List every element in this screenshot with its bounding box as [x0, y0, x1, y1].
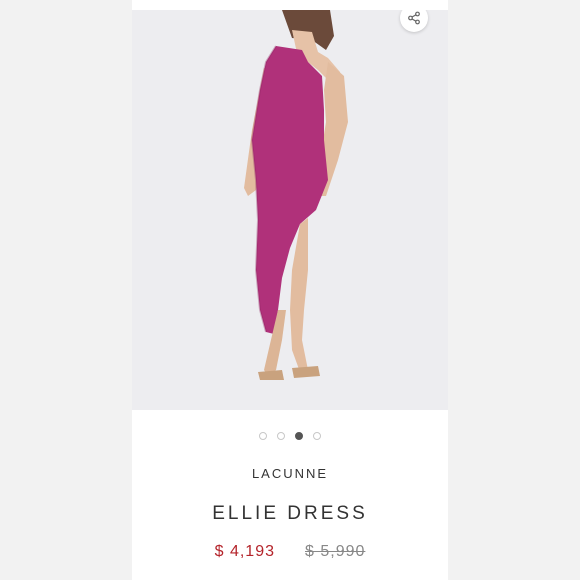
price-row: $ 4,193 $ 5,990: [132, 543, 448, 561]
brand-name[interactable]: LACUNNE: [132, 466, 448, 481]
gallery-pagination: [132, 432, 448, 440]
sale-price: $ 4,193: [214, 543, 275, 560]
product-title: ELLIE DRESS: [212, 503, 368, 524]
product-card: LACUNNE ELLIE DRESS $ 4,193 $ 5,990: [132, 0, 448, 580]
gallery-dot-active[interactable]: [295, 432, 303, 440]
share-icon: [408, 11, 420, 25]
gallery-dot[interactable]: [259, 432, 267, 440]
product-image[interactable]: [132, 10, 448, 410]
gallery-dot[interactable]: [277, 432, 285, 440]
gallery-dot[interactable]: [313, 432, 321, 440]
original-price: $ 5,990: [305, 543, 366, 560]
model-illustration: [132, 10, 448, 410]
